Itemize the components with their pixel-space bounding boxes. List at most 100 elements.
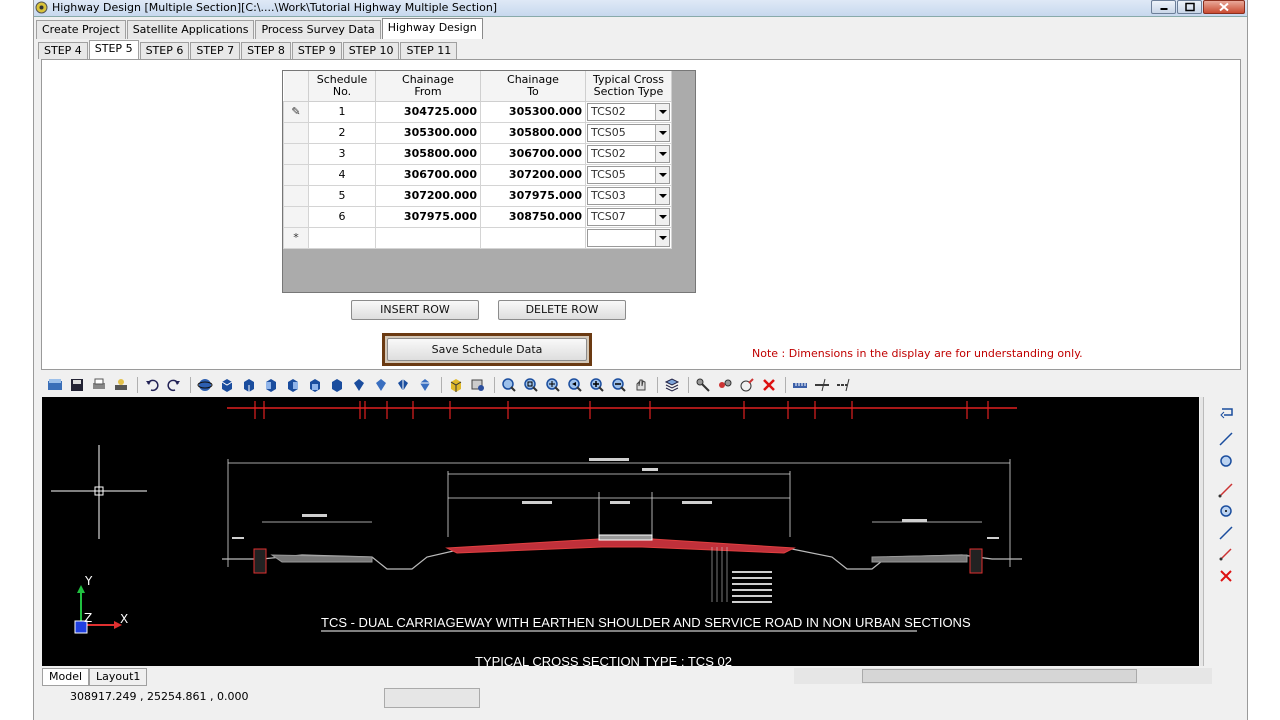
minimize-button[interactable] <box>1151 0 1176 14</box>
render-icon[interactable] <box>468 376 488 394</box>
cell-schedule-no[interactable]: 6 <box>308 205 376 228</box>
row-header-edit[interactable]: ✎ <box>283 100 309 123</box>
section-type-dropdown[interactable]: TCS02 <box>587 102 670 121</box>
maximize-button[interactable] <box>1177 0 1202 14</box>
cell-schedule-no[interactable] <box>308 226 376 249</box>
table-row[interactable]: 6 307975.000 308750.000 TCS07 <box>283 205 672 228</box>
row-header[interactable] <box>283 205 309 228</box>
dropdown-arrow-icon[interactable] <box>655 208 669 225</box>
dropdown-arrow-icon[interactable] <box>655 187 669 204</box>
section-type-dropdown[interactable]: TCS02 <box>587 144 670 163</box>
zoom-window-icon[interactable] <box>521 376 541 394</box>
iso-se-icon[interactable] <box>371 376 391 394</box>
zoom-previous-icon[interactable] <box>565 376 585 394</box>
table-row[interactable]: 4 306700.000 307200.000 TCS05 <box>283 163 672 186</box>
open-icon[interactable] <box>45 376 65 394</box>
cell-schedule-no[interactable]: 4 <box>308 163 376 186</box>
tab-process-survey-data[interactable]: Process Survey Data <box>255 20 381 39</box>
erase-icon[interactable] <box>759 376 779 394</box>
cell-chainage-from[interactable]: 305300.000 <box>375 121 481 144</box>
iso-nw-icon[interactable] <box>415 376 435 394</box>
cell-chainage-to[interactable] <box>480 226 586 249</box>
delete-icon[interactable] <box>1220 570 1232 582</box>
tab-layout1[interactable]: Layout1 <box>89 668 148 686</box>
tab-step-11[interactable]: STEP 11 <box>400 42 458 59</box>
view-top-icon[interactable] <box>217 376 237 394</box>
tab-step-8[interactable]: STEP 8 <box>241 42 291 59</box>
orbit-icon[interactable] <box>195 376 215 394</box>
row-header-new[interactable]: * <box>283 226 309 249</box>
tab-model[interactable]: Model <box>42 668 90 686</box>
shade-icon[interactable] <box>446 376 466 394</box>
cell-schedule-no[interactable]: 2 <box>308 121 376 144</box>
col-header-schedule-no[interactable]: Schedule No. <box>308 71 376 102</box>
section-type-dropdown[interactable]: TCS05 <box>587 165 670 184</box>
tab-step-6[interactable]: STEP 6 <box>139 42 190 59</box>
zoom-realtime-icon[interactable] <box>499 376 519 394</box>
polyline-icon[interactable] <box>1218 483 1233 498</box>
zoom-in-icon[interactable] <box>587 376 607 394</box>
cell-chainage-to[interactable]: 307200.000 <box>480 163 586 186</box>
col-header-chainage-from[interactable]: Chainage From <box>375 71 481 102</box>
view-bottom-icon[interactable] <box>239 376 259 394</box>
redo-icon[interactable] <box>164 376 184 394</box>
cell-chainage-from[interactable] <box>375 226 481 249</box>
section-type-dropdown[interactable] <box>587 228 670 247</box>
extend-icon[interactable] <box>834 376 854 394</box>
circle-icon[interactable] <box>1220 455 1232 467</box>
pan-icon[interactable] <box>631 376 651 394</box>
dropdown-arrow-icon[interactable] <box>655 229 669 246</box>
rotate-icon[interactable] <box>1220 408 1233 419</box>
layers-icon[interactable] <box>662 376 682 394</box>
section-type-dropdown[interactable]: TCS05 <box>587 123 670 142</box>
cell-chainage-from[interactable]: 305800.000 <box>375 142 481 165</box>
line-icon[interactable] <box>1219 432 1233 446</box>
delete-row-button[interactable]: DELETE ROW <box>498 300 626 320</box>
table-row[interactable]: 2 305300.000 305800.000 TCS05 <box>283 121 672 144</box>
cell-chainage-from[interactable]: 307200.000 <box>375 184 481 207</box>
tab-step-5[interactable]: STEP 5 <box>88 40 139 59</box>
drawing-horizontal-scrollbar[interactable] <box>794 668 1212 684</box>
col-header-section-type[interactable]: Typical Cross Section Type <box>585 71 672 102</box>
table-row[interactable]: 5 307200.000 307975.000 TCS03 <box>283 184 672 207</box>
cad-drawing-viewport[interactable]: TCS - DUAL CARRIAGEWAY WITH EARTHEN SHOU… <box>42 397 1199 666</box>
measure-distance-icon[interactable] <box>790 376 810 394</box>
dropdown-arrow-icon[interactable] <box>655 166 669 183</box>
cell-chainage-from[interactable]: 306700.000 <box>375 163 481 186</box>
row-header[interactable] <box>283 121 309 144</box>
tab-step-9[interactable]: STEP 9 <box>291 42 342 59</box>
dropdown-arrow-icon[interactable] <box>655 103 669 120</box>
cell-chainage-to[interactable]: 307975.000 <box>480 184 586 207</box>
tab-create-project[interactable]: Create Project <box>36 20 126 39</box>
cell-schedule-no[interactable]: 5 <box>308 184 376 207</box>
close-button[interactable] <box>1203 0 1245 14</box>
cell-schedule-no[interactable]: 3 <box>308 142 376 165</box>
scrollbar-thumb[interactable] <box>862 669 1137 683</box>
match-properties-icon[interactable] <box>715 376 735 394</box>
view-back-icon[interactable] <box>327 376 347 394</box>
zoom-extents-icon[interactable] <box>543 376 563 394</box>
insert-row-button[interactable]: INSERT ROW <box>351 300 479 320</box>
col-header-chainage-to[interactable]: Chainage To <box>480 71 586 102</box>
view-left-icon[interactable] <box>261 376 281 394</box>
zoom-out-icon[interactable] <box>609 376 629 394</box>
print-icon[interactable] <box>89 376 109 394</box>
row-header[interactable] <box>283 142 309 165</box>
schedule-grid[interactable]: Schedule No. Chainage From Chainage To Typi… <box>282 70 696 293</box>
iso-sw-icon[interactable] <box>349 376 369 394</box>
cell-chainage-to[interactable]: 308750.000 <box>480 205 586 228</box>
dimension-icon[interactable] <box>1219 548 1232 561</box>
section-type-dropdown[interactable]: TCS03 <box>587 186 670 205</box>
row-header[interactable] <box>283 184 309 207</box>
tab-satellite-applications[interactable]: Satellite Applications <box>126 20 255 39</box>
cell-schedule-no[interactable]: 1 <box>308 100 376 123</box>
save-icon[interactable] <box>67 376 87 394</box>
circle-center-icon[interactable] <box>1220 505 1232 517</box>
cell-chainage-to[interactable]: 305300.000 <box>480 100 586 123</box>
table-row-new[interactable]: * <box>283 226 672 249</box>
save-schedule-button[interactable]: Save Schedule Data <box>387 338 587 361</box>
print-preview-icon[interactable] <box>111 376 131 394</box>
tab-step-7[interactable]: STEP 7 <box>190 42 241 59</box>
dropdown-arrow-icon[interactable] <box>655 145 669 162</box>
cell-chainage-from[interactable]: 307975.000 <box>375 205 481 228</box>
